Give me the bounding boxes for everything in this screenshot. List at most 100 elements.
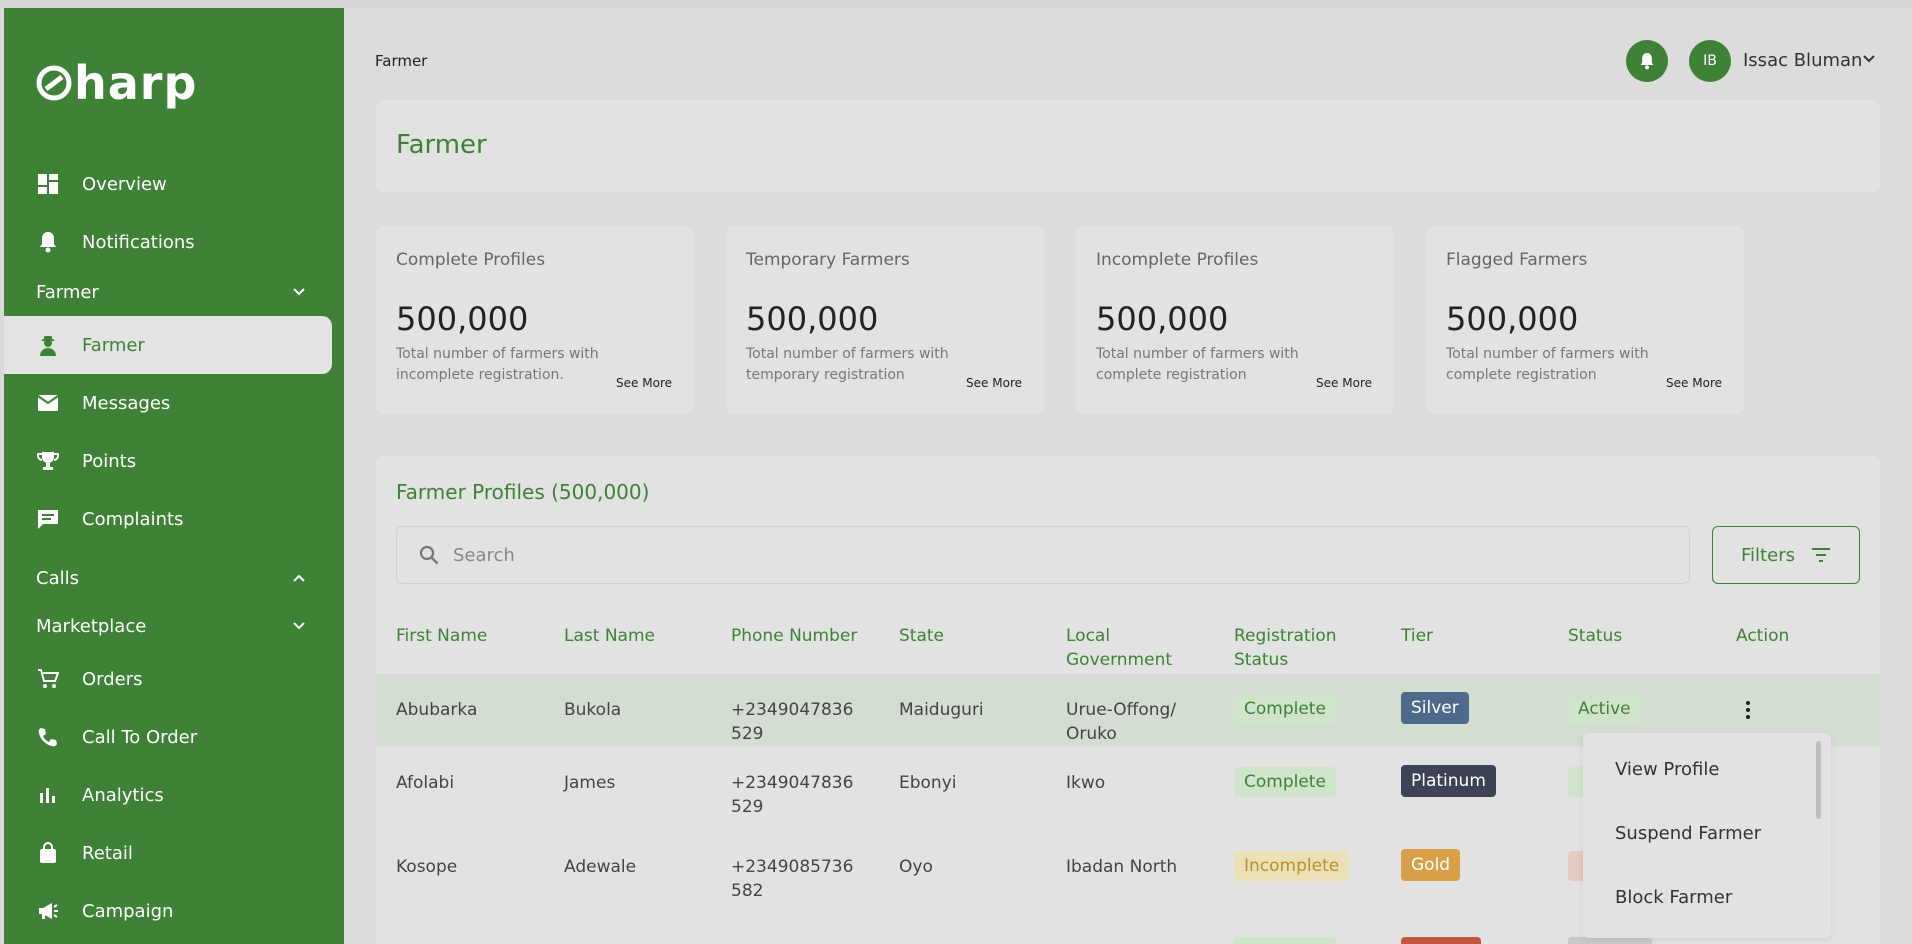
row-action-menu: View Profile Suspend Farmer Block Farmer xyxy=(1583,733,1831,938)
cell-last-name: Adewale xyxy=(564,857,637,877)
chevron-up-icon xyxy=(293,574,305,582)
column-header-tier[interactable]: Tier xyxy=(1401,624,1433,648)
phone-line: +2349085736 xyxy=(731,857,854,877)
filters-button[interactable]: Filters xyxy=(1712,526,1860,584)
menu-item-block-farmer[interactable]: Block Farmer xyxy=(1615,887,1732,908)
sidebar-item-campaign[interactable]: Campaign xyxy=(4,882,334,940)
see-more-link[interactable]: See More xyxy=(966,376,1022,390)
sidebar-item-messages[interactable]: Messages xyxy=(4,374,334,432)
sidebar-item-points[interactable]: Points xyxy=(4,432,334,490)
notifications-button[interactable] xyxy=(1626,40,1668,82)
phone-line: +2349047836 xyxy=(731,700,854,720)
search-input[interactable] xyxy=(453,544,1453,566)
sidebar-item-label: Orders xyxy=(82,668,143,690)
column-header-state[interactable]: State xyxy=(899,624,944,648)
sidebar: harp Overview Notifications Farmer Farme… xyxy=(4,8,344,944)
brand-logo[interactable]: harp xyxy=(36,56,197,110)
menu-item-view-profile[interactable]: View Profile xyxy=(1615,759,1719,780)
sidebar-item-notifications[interactable]: Notifications xyxy=(4,213,334,271)
column-header-status[interactable]: Status xyxy=(1568,624,1622,648)
cell-last-name: Bukola xyxy=(564,700,622,720)
megaphone-icon xyxy=(36,899,60,923)
bell-icon xyxy=(1640,53,1654,70)
column-header-first-name[interactable]: First Name xyxy=(396,624,487,648)
cell-first-name: Kosope xyxy=(396,857,458,877)
phone-line: 529 xyxy=(731,724,764,744)
row-actions-menu-icon[interactable] xyxy=(1738,698,1758,722)
sidebar-group-marketplace[interactable]: Marketplace xyxy=(4,606,334,646)
stat-card-flagged-farmers: Flagged Farmers 500,000 Total number of … xyxy=(1426,226,1744,414)
bar-chart-icon xyxy=(36,783,60,807)
see-more-link[interactable]: See More xyxy=(1666,376,1722,390)
column-header-local-government[interactable]: Local Government xyxy=(1066,624,1172,672)
registration-status-badge: Incomplete xyxy=(1234,851,1350,881)
sidebar-item-retail[interactable]: Retail xyxy=(4,824,334,882)
column-header-registration-status[interactable]: Registration Status xyxy=(1234,624,1337,672)
registration-status-badge xyxy=(1234,937,1336,944)
stat-value: 500,000 xyxy=(396,300,529,338)
chevron-down-icon xyxy=(293,288,305,296)
stat-value: 500,000 xyxy=(1446,300,1579,338)
chevron-down-icon[interactable] xyxy=(1862,54,1876,64)
stat-description: Total number of farmers with complete re… xyxy=(1096,346,1299,383)
see-more-link[interactable]: See More xyxy=(1316,376,1372,390)
sidebar-item-label: Analytics xyxy=(82,784,164,806)
column-header-action: Action xyxy=(1736,626,1790,646)
bell-icon xyxy=(36,230,60,254)
status-badge xyxy=(1568,937,1652,944)
sidebar-item-complaints[interactable]: Complaints xyxy=(4,490,334,548)
avatar[interactable]: IB xyxy=(1689,40,1731,82)
stat-card-temporary-farmers: Temporary Farmers 500,000 Total number o… xyxy=(726,226,1044,414)
stat-description: Total number of farmers with incomplete … xyxy=(396,346,599,383)
phone-line: 582 xyxy=(731,881,764,901)
filters-label: Filters xyxy=(1741,544,1795,566)
phone-line: 529 xyxy=(731,797,764,817)
see-more-link[interactable]: See More xyxy=(616,376,672,390)
stat-label: Temporary Farmers xyxy=(746,250,910,270)
header-line: Status xyxy=(1234,650,1289,670)
cart-icon xyxy=(36,667,60,691)
column-header-last-name[interactable]: Last Name xyxy=(564,624,655,648)
sidebar-item-label: Messages xyxy=(82,392,171,414)
cell-state: Oyo xyxy=(899,857,933,877)
cell-first-name: Abubarka xyxy=(396,700,478,720)
page-title-card: Farmer xyxy=(376,100,1880,192)
window-top-strip xyxy=(0,0,1912,8)
cell-state: Ebonyi xyxy=(899,773,957,793)
search-icon xyxy=(419,545,439,565)
lga-line: Oruko xyxy=(1066,724,1117,744)
search-bar[interactable] xyxy=(396,526,1690,584)
registration-status-badge: Complete xyxy=(1234,694,1336,724)
sidebar-item-overview[interactable]: Overview xyxy=(4,155,334,213)
cell-last-name: James xyxy=(564,773,616,793)
dashboard-icon xyxy=(36,172,60,196)
column-header-phone-number[interactable]: Phone Number xyxy=(731,624,857,648)
status-badge: Active xyxy=(1568,694,1641,724)
menu-item-suspend-farmer[interactable]: Suspend Farmer xyxy=(1615,823,1761,844)
mail-icon xyxy=(36,391,60,415)
sidebar-item-analytics[interactable]: Analytics xyxy=(4,766,334,824)
user-name[interactable]: Issac Bluman xyxy=(1743,50,1862,71)
sidebar-item-label: Retail xyxy=(82,842,133,864)
stat-value: 500,000 xyxy=(1096,300,1229,338)
cell-phone: +2349047836 529 xyxy=(731,698,853,746)
header-line: Government xyxy=(1066,650,1173,670)
logo-mark-icon xyxy=(36,65,72,101)
sidebar-item-label: Notifications xyxy=(82,231,195,253)
stat-card-incomplete-profiles: Incomplete Profiles 500,000 Total number… xyxy=(1076,226,1394,414)
tier-badge: Gold xyxy=(1401,849,1461,881)
sidebar-group-farmer[interactable]: Farmer xyxy=(4,272,334,312)
sidebar-group-calls[interactable]: Calls xyxy=(4,558,334,598)
cell-lga: Ibadan North xyxy=(1066,857,1178,877)
cell-lga: Urue-Offong/ Oruko xyxy=(1066,698,1176,746)
sidebar-item-orders[interactable]: Orders xyxy=(4,650,334,708)
phone-icon xyxy=(36,725,60,749)
menu-scrollbar[interactable] xyxy=(1816,741,1821,819)
sidebar-item-farmer[interactable]: Farmer xyxy=(4,316,332,374)
header-line: Registration xyxy=(1234,626,1337,646)
tier-badge: Platinum xyxy=(1401,765,1496,797)
cell-lga: Ikwo xyxy=(1066,773,1106,793)
tier-badge xyxy=(1401,937,1481,944)
stat-card-complete-profiles: Complete Profiles 500,000 Total number o… xyxy=(376,226,694,414)
sidebar-item-call-to-order[interactable]: Call To Order xyxy=(4,708,334,766)
